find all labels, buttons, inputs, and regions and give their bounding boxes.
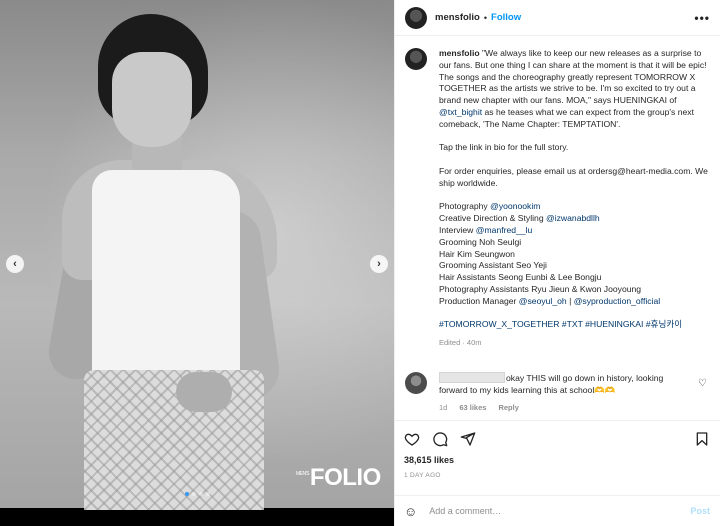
credit-line: Hair Kim Seungwon [439, 248, 515, 259]
like-count[interactable]: 38,615 likes [404, 455, 710, 465]
carousel-dot [198, 492, 203, 496]
credit-line: Grooming Noh Seulgi [439, 236, 522, 247]
credit-line: Photography @yoonookim [439, 201, 541, 212]
reply-button[interactable]: Reply [498, 402, 518, 414]
comment-time: 1d [439, 402, 448, 412]
post-media[interactable]: MEN'SFOLIO ‹ › [0, 0, 394, 526]
mention-link[interactable]: @yoonookim [490, 201, 540, 211]
carousel-next-button[interactable]: › [370, 255, 388, 273]
mention-link[interactable]: @izwanabdllh [546, 213, 600, 223]
credit-line: Photography Assistants Ryu Jieun & Kwon … [439, 283, 642, 294]
comment-likes[interactable]: 63 likes [459, 402, 486, 414]
avatar[interactable] [405, 6, 427, 29]
emoji-icon[interactable]: ☺ [404, 504, 417, 519]
chevron-right-icon: › [377, 258, 381, 270]
brand-logo: MEN'SFOLIO [296, 464, 381, 491]
avatar[interactable] [405, 372, 427, 394]
credits-list: Photography @yoonookim Creative Directio… [439, 201, 711, 307]
mention-link[interactable]: @txt_bighit [439, 107, 482, 117]
carousel-dot [191, 492, 196, 496]
credit-line: Production Manager @seoyul_oh | @syprodu… [439, 295, 661, 306]
credit-line: Grooming Assistant Seo Yeji [439, 260, 547, 271]
add-comment-bar: ☺ Add a comment… Post [394, 495, 720, 526]
caption-paragraph: For order enquiries, please email us at … [439, 165, 708, 188]
mention-link[interactable]: @seoyul_oh [519, 296, 567, 306]
heart-icon[interactable] [404, 431, 420, 447]
carousel-dot [184, 492, 189, 496]
comment-input[interactable]: Add a comment… [429, 506, 501, 516]
credit-line: Interview @manfred__lu [439, 224, 533, 235]
more-options-icon[interactable]: ••• [694, 11, 710, 25]
credit-line: Hair Assistants Seong Eunbi & Lee Bongju [439, 272, 602, 283]
post-header: mensfolio • Follow ••• [395, 0, 720, 36]
bookmark-icon[interactable] [694, 431, 710, 447]
post-photo [0, 0, 394, 510]
author-username[interactable]: mensfolio [435, 12, 480, 23]
post-actions: 38,615 likes 1 DAY AGO [394, 420, 720, 479]
post-caption: mensfolio "We always like to keep our ne… [405, 48, 711, 349]
caption-meta: Edited · 40m [439, 338, 482, 348]
mention-link[interactable]: @manfred__lu [476, 225, 533, 235]
carousel-prev-button[interactable]: ‹ [6, 255, 24, 273]
hashtags[interactable]: #TOMORROW_X_TOGETHER #TXT #HUENINGKAI #휴… [439, 319, 711, 331]
avatar[interactable] [405, 48, 427, 70]
carousel-indicator [0, 492, 394, 496]
carousel-dot [205, 492, 210, 496]
comment-icon[interactable] [432, 431, 448, 447]
post-timestamp: 1 DAY AGO [404, 472, 441, 479]
comment-item: okay THIS will go down in history, looki… [405, 372, 711, 413]
follow-button[interactable]: Follow [491, 12, 521, 23]
caption-paragraph: Tap the link in bio for the full story. [439, 142, 569, 153]
heart-icon[interactable]: ♡ [698, 378, 707, 389]
post-comment-button[interactable]: Post [690, 506, 710, 516]
chevron-left-icon: ‹ [13, 258, 17, 270]
caption-paragraph: mensfolio "We always like to keep our ne… [439, 48, 707, 129]
mention-link[interactable]: @syproduction_official [574, 296, 660, 306]
caption-username[interactable]: mensfolio [439, 48, 480, 58]
credit-line: Creative Direction & Styling @izwanabdll… [439, 213, 600, 224]
redacted-username [439, 372, 505, 383]
share-icon[interactable] [460, 431, 476, 447]
